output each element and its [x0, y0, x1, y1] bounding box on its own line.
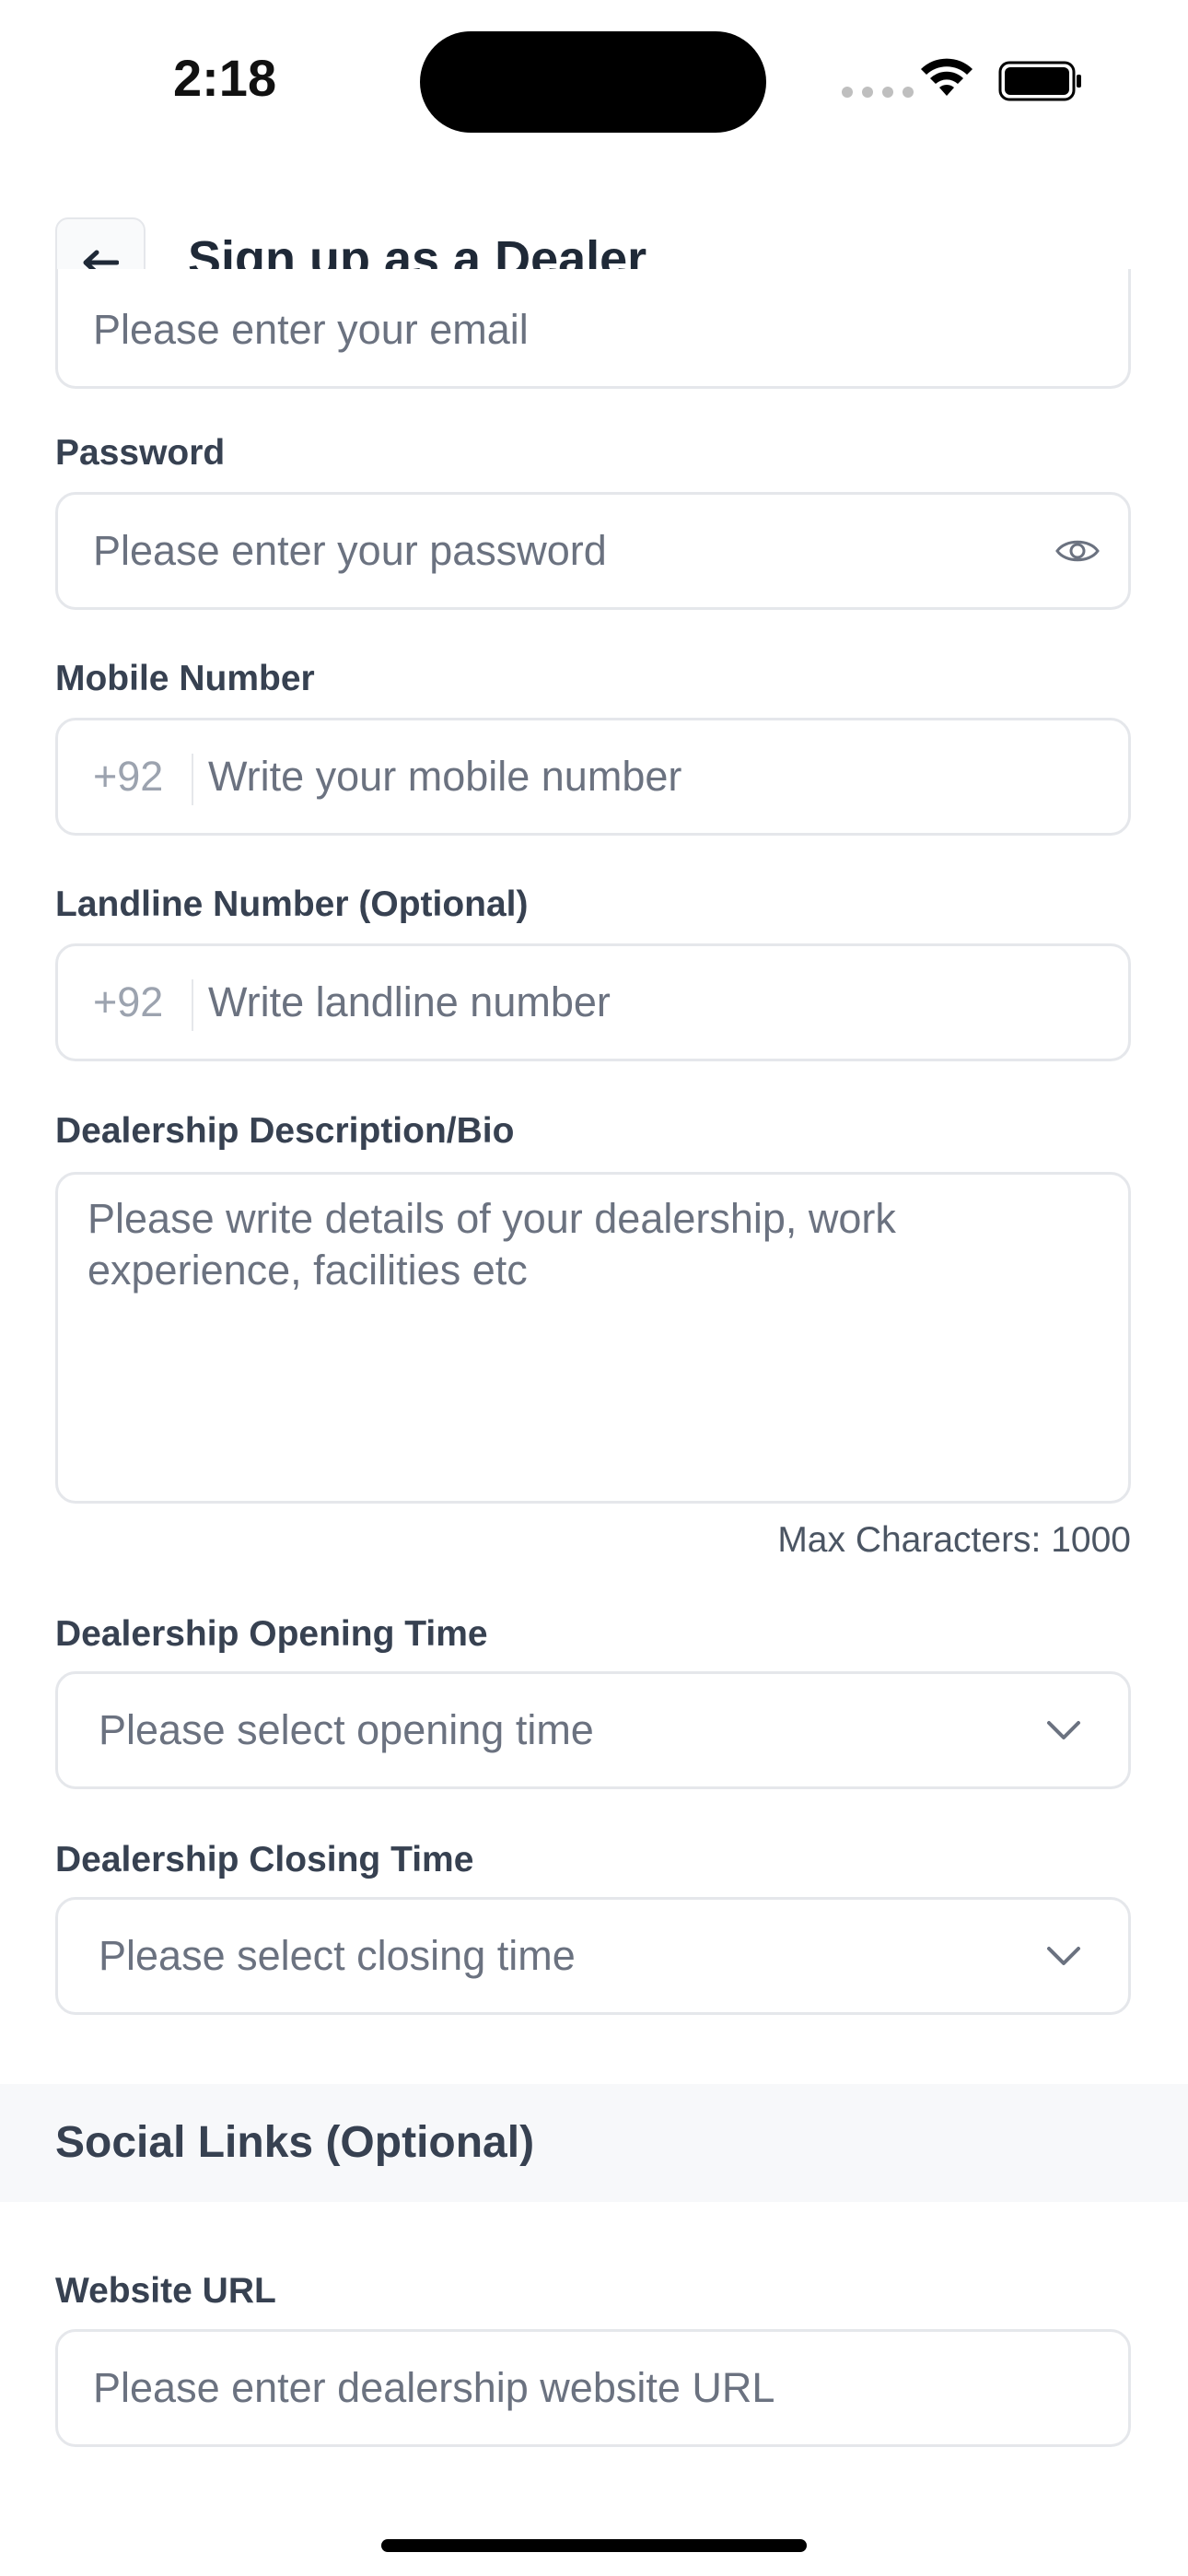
closing-time-select[interactable]: Please select closing time	[55, 1897, 1131, 2015]
password-field[interactable]: Please enter your password	[55, 492, 1131, 610]
social-links-title: Social Links (Optional)	[55, 2118, 535, 2167]
closing-time-placeholder: Please select closing time	[99, 1932, 576, 1979]
country-code: +92	[93, 753, 164, 800]
bio-textarea[interactable]: Please write details of your dealership,…	[55, 1172, 1131, 1504]
bio-placeholder: Please write details of your dealership,…	[87, 1195, 896, 1294]
mobile-label: Mobile Number	[55, 659, 315, 698]
mobile-number-field[interactable]: +92 Write your mobile number	[55, 718, 1131, 836]
website-placeholder: Please enter dealership website URL	[93, 2364, 775, 2411]
landline-number-field[interactable]: +92 Write landline number	[55, 943, 1131, 1061]
website-url-field[interactable]: Please enter dealership website URL	[55, 2329, 1131, 2447]
bio-label: Dealership Description/Bio	[55, 1111, 515, 1151]
email-field[interactable]: Please enter your email	[55, 269, 1131, 389]
prefix-divider	[192, 754, 193, 805]
status-time: 2:18	[173, 49, 277, 107]
chevron-down-icon	[1047, 1721, 1080, 1739]
landline-placeholder: Write landline number	[208, 978, 611, 1025]
opening-time-select[interactable]: Please select opening time	[55, 1671, 1131, 1789]
password-placeholder: Please enter your password	[93, 527, 607, 574]
battery-icon	[998, 61, 1081, 101]
prefix-divider	[192, 979, 193, 1031]
max-characters-hint: Max Characters: 1000	[777, 1520, 1131, 1560]
website-label: Website URL	[55, 2271, 276, 2311]
email-placeholder: Please enter your email	[93, 306, 529, 353]
mobile-placeholder: Write your mobile number	[208, 753, 682, 800]
opening-time-placeholder: Please select opening time	[99, 1706, 594, 1753]
home-indicator	[381, 2539, 807, 2552]
closing-time-label: Dealership Closing Time	[55, 1840, 474, 1879]
opening-time-label: Dealership Opening Time	[55, 1614, 488, 1654]
signal-icon	[842, 87, 914, 98]
landline-label: Landline Number (Optional)	[55, 884, 529, 924]
wifi-icon	[921, 58, 973, 96]
dynamic-island	[420, 31, 766, 133]
country-code: +92	[93, 978, 164, 1025]
chevron-down-icon	[1047, 1947, 1080, 1965]
password-label: Password	[55, 433, 226, 473]
eye-icon[interactable]	[1054, 535, 1101, 567]
